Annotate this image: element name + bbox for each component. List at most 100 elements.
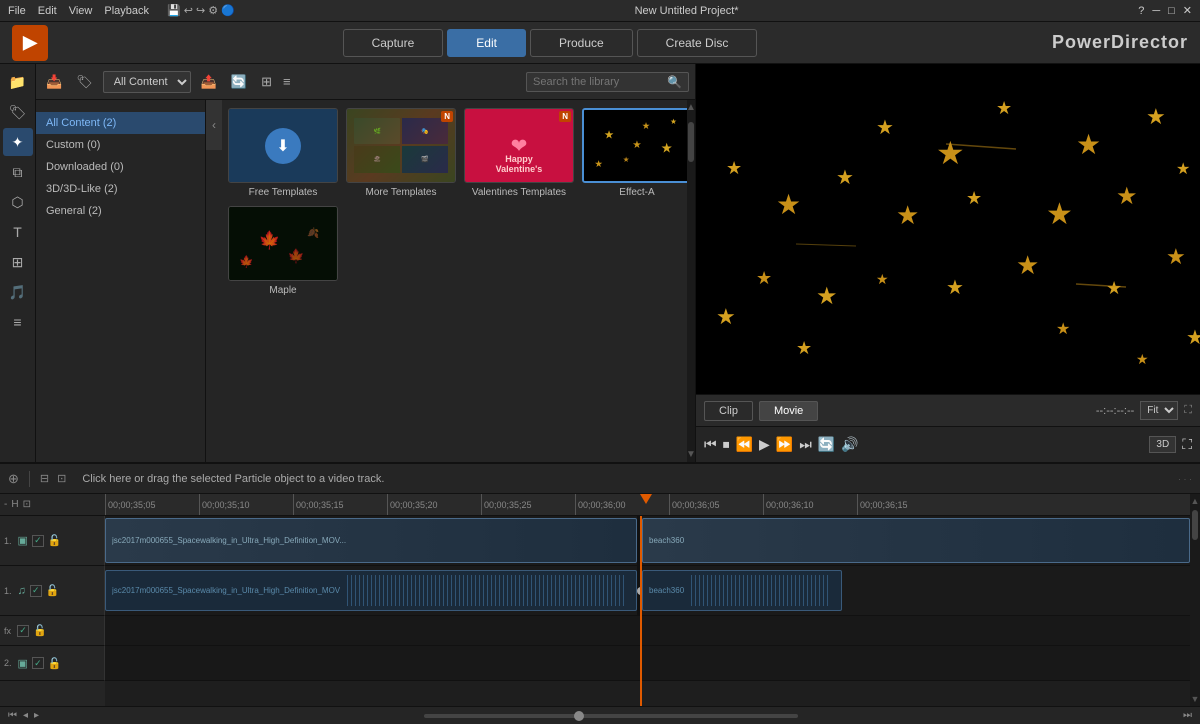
timeline-more-btn[interactable]: · · · bbox=[1178, 474, 1192, 484]
timeline-home-btn[interactable]: ⏮ bbox=[8, 710, 17, 721]
help-btn[interactable]: ? bbox=[1138, 5, 1144, 17]
menu-playback[interactable]: Playback bbox=[104, 5, 149, 17]
import-btn[interactable]: 📥 bbox=[42, 72, 66, 92]
svg-text:🍁: 🍁 bbox=[259, 230, 281, 250]
track-1-audio-check[interactable]: ✓ bbox=[30, 585, 42, 597]
search-input[interactable] bbox=[533, 76, 663, 88]
zoom-in-btn[interactable]: H bbox=[11, 499, 18, 510]
fx-track-content[interactable] bbox=[105, 616, 1190, 645]
3d-mode-btn[interactable]: 3D bbox=[1149, 436, 1176, 453]
template-item-free[interactable]: ⬇ Free Templates bbox=[228, 108, 338, 198]
track-1-lock-icon[interactable]: 🔓 bbox=[48, 534, 62, 547]
prev-frame-btn[interactable]: ⏮ bbox=[704, 436, 717, 453]
tab-produce[interactable]: Produce bbox=[530, 29, 633, 57]
movie-tab[interactable]: Movie bbox=[759, 401, 818, 421]
category-general[interactable]: General (2) bbox=[36, 200, 205, 222]
template-item-maple[interactable]: 3D 🍁 🍁 🍁 🍂 bbox=[228, 206, 338, 296]
timeline-message: Click here or drag the selected Particle… bbox=[74, 473, 1170, 485]
scroll-thumb[interactable] bbox=[688, 122, 694, 162]
template-item-effect-a[interactable]: 3D ★ ★ ★ ★ ★ ★ bbox=[582, 108, 687, 198]
icon-sidebar: 📁 🏷 ✦ ⧉ ⬡ T ⊞ 🎵 ≡ bbox=[0, 64, 36, 462]
sidebar-icon-transition[interactable]: ⧉ bbox=[3, 158, 33, 186]
project-title: New Untitled Project* bbox=[635, 5, 739, 17]
fit-timeline-btn[interactable]: ⊡ bbox=[23, 499, 31, 510]
play-btn[interactable]: ▶ bbox=[759, 436, 770, 453]
sidebar-icon-overlay[interactable]: ⬡ bbox=[3, 188, 33, 216]
audio-clip-spacewalking[interactable]: jsc2017m000655_Spacewalking_in_Ultra_Hig… bbox=[105, 570, 637, 611]
audio-btn[interactable]: 🔊 bbox=[841, 436, 858, 453]
maximize-btn[interactable]: □ bbox=[1168, 5, 1175, 17]
timeline-next-btn[interactable]: ▸ bbox=[34, 710, 39, 721]
step-back-btn[interactable]: ⏪ bbox=[736, 436, 753, 453]
tab-capture[interactable]: Capture bbox=[343, 29, 444, 57]
timeline-scroll-up[interactable]: ▲ bbox=[1189, 494, 1200, 508]
video-clip-spacewalking[interactable]: jsc2017m000655_Spacewalking_in_Ultra_Hig… bbox=[105, 518, 637, 563]
nav-arrow-left[interactable]: ‹ bbox=[206, 100, 222, 150]
zoom-out-btn[interactable]: - bbox=[4, 499, 7, 510]
video-track-2-content[interactable] bbox=[105, 646, 1190, 680]
menu-edit[interactable]: Edit bbox=[38, 5, 57, 17]
grid-view-btn[interactable]: ⊞ bbox=[257, 72, 276, 92]
video-clip-beach[interactable]: beach360 bbox=[642, 518, 1190, 563]
video-track-1-content[interactable]: jsc2017m000655_Spacewalking_in_Ultra_Hig… bbox=[105, 516, 1190, 565]
fx-track-lock-icon[interactable]: 🔓 bbox=[33, 624, 47, 637]
refresh-btn[interactable]: 🔄 bbox=[227, 72, 251, 92]
timeline-snap-btn[interactable]: ⊟ bbox=[40, 472, 49, 485]
menu-file[interactable]: File bbox=[8, 5, 26, 17]
search-box[interactable]: 🔍 bbox=[526, 72, 689, 92]
category-custom[interactable]: Custom (0) bbox=[36, 134, 205, 156]
template-item-valentine[interactable]: N ❤ HappyValentine's Valentines Template… bbox=[464, 108, 574, 198]
timeline-tracks: jsc2017m000655_Spacewalking_in_Ultra_Hig… bbox=[105, 516, 1190, 706]
menu-view[interactable]: View bbox=[69, 5, 93, 17]
timeline-vscrollbar[interactable]: ▲ ▼ bbox=[1190, 494, 1200, 706]
timeline-prev-btn[interactable]: ◂ bbox=[23, 710, 28, 721]
track-2-lock-icon[interactable]: 🔓 bbox=[48, 657, 62, 670]
expand-icon[interactable]: ⛶ bbox=[1184, 404, 1192, 417]
track-1-visible-check[interactable]: ✓ bbox=[32, 535, 44, 547]
minimize-btn[interactable]: ─ bbox=[1152, 5, 1160, 17]
sidebar-icon-fx[interactable]: ✦ bbox=[3, 128, 33, 156]
track-2-check[interactable]: ✓ bbox=[32, 657, 44, 669]
content-panel: 📥 🏷 All Content 📤 🔄 ⊞ ≡ 🔍 All Content (2… bbox=[36, 64, 696, 462]
step-fwd-btn[interactable]: ⏩ bbox=[776, 436, 793, 453]
svg-text:★: ★ bbox=[756, 268, 772, 288]
template-item-more[interactable]: N 🌿 🎭 bbox=[346, 108, 456, 198]
tab-create-disc[interactable]: Create Disc bbox=[637, 29, 758, 57]
category-downloaded[interactable]: Downloaded (0) bbox=[36, 156, 205, 178]
sidebar-icon-audio[interactable]: 🎵 bbox=[3, 278, 33, 306]
timeline-scroll-down[interactable]: ▼ bbox=[1189, 692, 1200, 706]
list-view-btn[interactable]: ≡ bbox=[279, 72, 295, 92]
next-frame-btn[interactable]: ⏭ bbox=[799, 436, 812, 453]
divider bbox=[29, 471, 30, 487]
template-grid-scrollbar[interactable]: ▲ ▼ bbox=[687, 100, 695, 462]
timeline-scroll-thumb[interactable] bbox=[1192, 510, 1198, 540]
sidebar-icon-import[interactable]: 📁 bbox=[3, 68, 33, 96]
tab-edit[interactable]: Edit bbox=[447, 29, 526, 57]
category-3d[interactable]: 3D/3D-Like (2) bbox=[36, 178, 205, 200]
fit-dropdown[interactable]: Fit bbox=[1140, 401, 1178, 420]
fx-track-check[interactable]: ✓ bbox=[17, 625, 29, 637]
category-all-content[interactable]: All Content (2) bbox=[36, 112, 205, 134]
svg-text:★: ★ bbox=[716, 304, 736, 329]
timeline-end-btn[interactable]: ⏭ bbox=[1183, 710, 1192, 721]
timeline-hscroll[interactable] bbox=[424, 714, 797, 718]
scroll-down-btn[interactable]: ▼ bbox=[684, 447, 695, 462]
timeline-clip-btn[interactable]: ⊡ bbox=[57, 472, 66, 485]
timeline-tool-btn[interactable]: ⊕ bbox=[8, 471, 19, 487]
tag-btn[interactable]: 🏷 bbox=[72, 72, 97, 92]
sidebar-icon-title[interactable]: T bbox=[3, 218, 33, 246]
fullscreen-btn[interactable]: ⛶ bbox=[1182, 436, 1192, 453]
clip-tab[interactable]: Clip bbox=[704, 401, 753, 421]
sidebar-icon-pip[interactable]: ⊞ bbox=[3, 248, 33, 276]
loop-btn[interactable]: 🔄 bbox=[818, 436, 835, 453]
export-btn[interactable]: 📤 bbox=[197, 72, 221, 92]
sidebar-icon-subtitle[interactable]: ≡ bbox=[3, 308, 33, 336]
audio-track-1-content[interactable]: jsc2017m000655_Spacewalking_in_Ultra_Hig… bbox=[105, 566, 1190, 615]
track-1-audio-lock-icon[interactable]: 🔓 bbox=[46, 584, 60, 597]
timeline-hscroll-thumb[interactable] bbox=[574, 711, 584, 721]
close-btn[interactable]: ✕ bbox=[1183, 4, 1192, 17]
sidebar-icon-tag[interactable]: 🏷 bbox=[3, 98, 33, 126]
stop-btn[interactable]: ⏹ bbox=[723, 436, 730, 453]
content-filter-dropdown[interactable]: All Content bbox=[103, 71, 191, 93]
audio-clip-beach[interactable]: beach360 bbox=[642, 570, 842, 611]
